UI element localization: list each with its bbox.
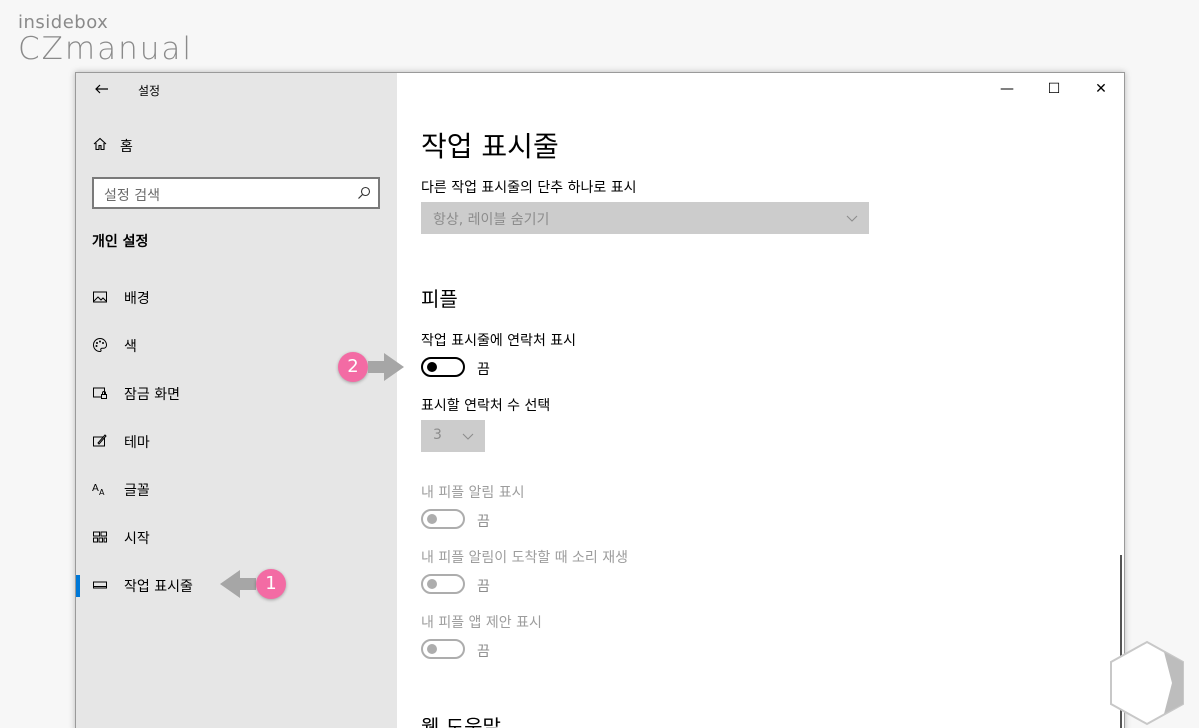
annotation-marker-1: 1 [256,569,286,599]
web-help-heading: 웹 도움말 [421,715,501,728]
lock-screen-icon [92,385,108,401]
suggest-label: 내 피플 앱 제안 표시 [421,615,542,631]
sidebar-item-home[interactable]: 홈 [92,135,133,157]
contact-count-label: 표시할 연락처 수 선택 [421,398,551,414]
combine-buttons-dropdown[interactable]: 항상, 레이블 숨기기 [421,202,869,234]
show-contacts-label: 작업 표시줄에 연락처 표시 [421,333,577,349]
notif-label: 내 피플 알림 표시 [421,485,525,501]
sound-toggle[interactable] [421,574,465,594]
close-button[interactable]: ✕ [1091,81,1111,97]
page-title: 작업 표시줄 [421,130,559,163]
show-contacts-state: 끔 [477,362,490,378]
settings-window: 설정 홈 설정 검색 개인 설정 배경 색 잠금 화면 테마 A A 글꼴 시작… [75,72,1125,728]
toggle-knob [427,514,437,524]
font-icon: AA [92,481,108,497]
sidebar-item-start[interactable]: 시작 [76,517,397,557]
annotation-arrow-2 [368,352,404,386]
sound-label: 내 피플 알림이 도착할 때 소리 재생 [421,550,629,566]
notif-toggle[interactable] [421,509,465,529]
svg-text:A: A [92,483,99,494]
toggle-knob [427,579,437,589]
combine-buttons-label: 다른 작업 표시줄의 단추 하나로 표시 [421,180,637,196]
annotation-arrow-1 [220,569,256,603]
search-input[interactable]: 설정 검색 [92,177,380,209]
contact-count-dropdown[interactable]: 3 [421,420,485,452]
contact-count-value: 3 [433,427,442,443]
sidebar-item-background[interactable]: 배경 [76,277,397,317]
toggle-knob [427,362,437,372]
search-placeholder: 설정 검색 [104,188,160,204]
sidebar-item-label: 글꼴 [124,483,150,499]
maximize-button[interactable]: ☐ [1044,81,1064,97]
sound-state: 끔 [477,579,490,595]
palette-icon [92,337,108,353]
logo-big-text: CZmanual [18,31,193,67]
sidebar-item-label: 잠금 화면 [124,387,180,403]
sidebar: 설정 홈 설정 검색 개인 설정 배경 색 잠금 화면 테마 A A 글꼴 시작… [76,73,397,728]
sidebar-item-fonts[interactable]: AA 글꼴 [76,469,397,509]
toggle-knob [427,644,437,654]
sidebar-item-label: 시작 [124,531,150,547]
start-icon [92,529,108,545]
chevron-down-icon [461,428,475,447]
search-icon[interactable] [356,185,372,205]
sidebar-item-theme[interactable]: 테마 [76,421,397,461]
home-label: 홈 [120,139,133,155]
watermark-logo: insidebox CZmanual [18,12,193,67]
annotation-marker-2: 2 [338,352,368,382]
back-arrow-icon[interactable] [94,81,110,97]
app-title: 설정 [138,84,161,98]
sidebar-item-label: 테마 [124,435,150,451]
svg-text:A: A [99,488,105,497]
sidebar-section-title: 개인 설정 [92,234,149,250]
show-contacts-toggle[interactable] [421,357,465,377]
chevron-down-icon [845,210,859,229]
sidebar-item-label: 색 [124,339,137,355]
main-content: — ☐ ✕ 작업 표시줄 다른 작업 표시줄의 단추 하나로 표시 항상, 레이… [397,73,1124,728]
notif-state: 끔 [477,514,490,530]
sidebar-item-label: 배경 [124,291,150,307]
suggest-toggle[interactable] [421,639,465,659]
suggest-state: 끔 [477,644,490,660]
home-icon [92,136,108,156]
combine-buttons-value: 항상, 레이블 숨기기 [433,212,550,228]
image-icon [92,289,108,305]
taskbar-icon [92,577,108,593]
minimize-button[interactable]: — [997,81,1017,97]
theme-icon [92,433,108,449]
people-heading: 피플 [421,287,458,311]
hexagon-logo-icon [1108,640,1186,728]
sidebar-item-label: 작업 표시줄 [124,579,193,595]
